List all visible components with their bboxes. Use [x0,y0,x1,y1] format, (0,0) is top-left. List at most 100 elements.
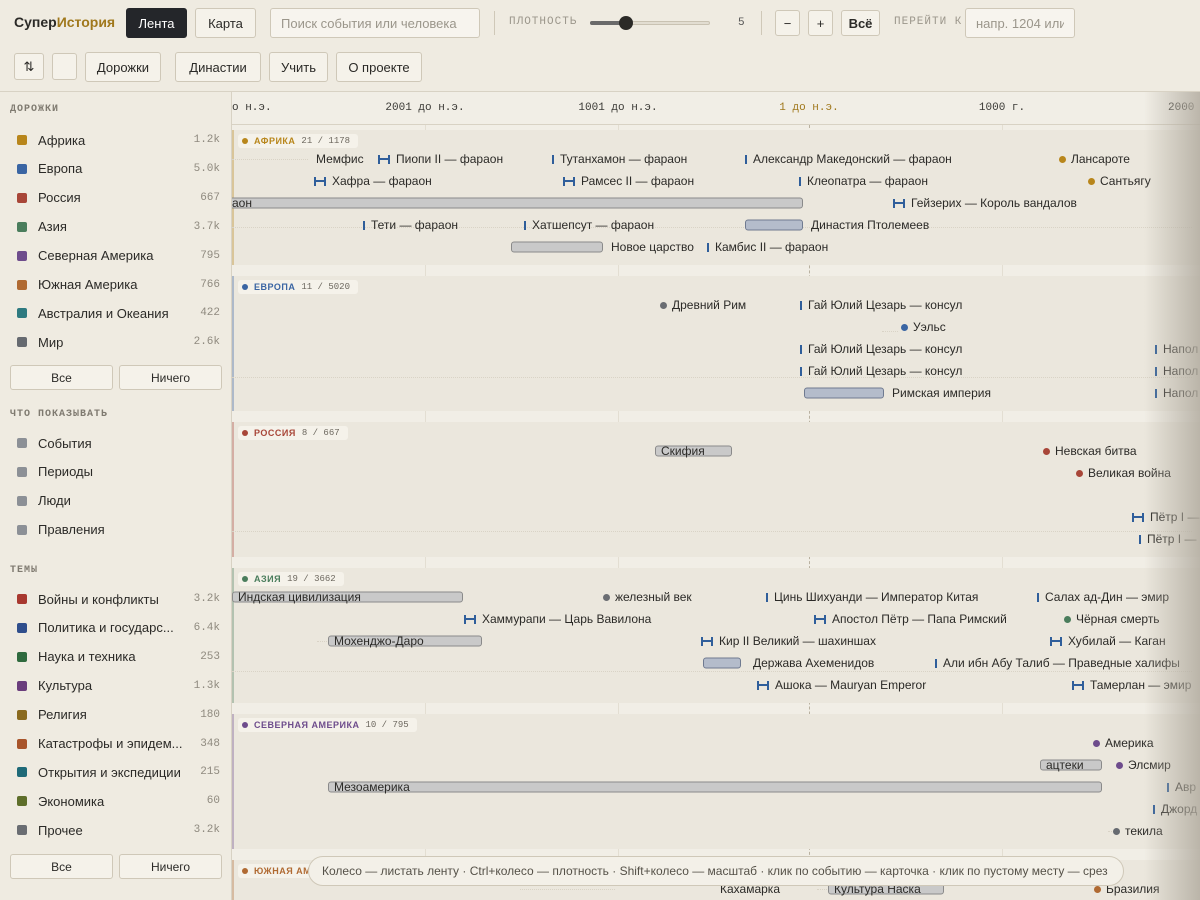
timeline-event[interactable]: Тети — фараон [363,218,458,232]
timeline-event[interactable]: Пётр I — [1132,510,1199,524]
timeline-event[interactable]: Авр [1167,780,1196,794]
timeline-event[interactable]: Гай Юлий Цезарь — консул [800,342,962,356]
timeline-event[interactable]: Хаммурапи — Царь Вавилона [464,612,651,626]
period-bar[interactable] [511,241,603,253]
track-item[interactable]: Северная Америка 795 [10,243,220,269]
theme-item[interactable]: Открытия и экспедиции 215 [10,759,220,785]
theme-item[interactable]: Войны и конфликты 3.2k [10,586,220,612]
track-item[interactable]: Россия 667 [10,185,220,211]
zoom-all-button[interactable]: Всё [841,10,880,36]
timeline-event[interactable]: Пиопи II — фараон [378,152,503,166]
period-bar[interactable] [703,657,741,669]
theme-item[interactable]: Наука и техника 253 [10,644,220,670]
timeline-event[interactable]: Хубилай — Каган [1050,634,1166,648]
about-button[interactable]: О проекте [336,52,422,82]
tab-map[interactable]: Карта [195,8,256,38]
period-label[interactable]: Мезоамерика [328,780,410,794]
lane-header[interactable]: СЕВЕРНАЯ АМЕРИКА 10 / 795 [238,718,417,732]
timeline-event[interactable]: Держава Ахеменидов [753,656,874,670]
timeline-event[interactable]: Элсмир [1116,758,1171,772]
density-slider-knob[interactable] [619,16,633,30]
theme-item[interactable]: Экономика 60 [10,788,220,814]
timeline-event[interactable]: Рамсес II — фараон [563,174,694,188]
show-type-item[interactable]: Правления [10,517,220,543]
timeline-event[interactable]: Напол [1155,386,1198,400]
theme-item[interactable]: Религия 180 [10,702,220,728]
timeline-event[interactable]: Мемфис [316,152,364,166]
show-type-item[interactable]: Люди [10,488,220,514]
period-label[interactable]: Скифия [655,444,705,458]
timeline-event[interactable]: Чёрная смерть [1064,612,1160,626]
track-item[interactable]: Мир 2.6k [10,329,220,355]
density-slider[interactable] [590,16,710,30]
period-label[interactable]: Индская цивилизация [232,590,361,604]
lane-header[interactable]: ЕВРОПА 11 / 5020 [238,280,358,294]
learn-button[interactable]: Учить [269,52,328,82]
timeline-event[interactable]: Александр Македонский — фараон [745,152,952,166]
timeline-event[interactable]: Апостол Пётр — Папа Римский [814,612,1007,626]
timeline-event[interactable]: Уэльс [901,320,946,334]
track-item[interactable]: Австралия и Океания 422 [10,300,220,326]
lane-header[interactable]: АФРИКА 21 / 1178 [238,134,359,148]
zoom-out-button[interactable]: − [775,10,800,36]
tracks-none-button[interactable]: Ничего [119,365,222,390]
period-bar[interactable] [745,219,803,231]
timeline-event[interactable]: Ашока — Mauryan Emperor [757,678,926,692]
track-item[interactable]: Европа 5.0k [10,156,220,182]
timeline-event[interactable]: Хатшепсут — фараон [524,218,654,232]
theme-item[interactable]: Культура 1.3k [10,673,220,699]
theme-item[interactable]: Прочее 3.2k [10,817,220,843]
timeline-event[interactable]: Напол [1155,364,1198,378]
period-label[interactable]: аон [232,196,252,210]
sort-button[interactable]: ⇅ [14,53,44,80]
track-item[interactable]: Азия 3.7k [10,214,220,240]
timeline-event[interactable]: Америка [1093,736,1154,750]
timeline-event[interactable]: Пётр I — [1139,532,1196,546]
timeline-event[interactable]: Сантьягу [1088,174,1151,188]
themes-all-button[interactable]: Все [10,854,113,879]
tracks-button[interactable]: Дорожки [85,52,161,82]
timeline-event[interactable]: Гай Юлий Цезарь — консул [800,298,962,312]
track-lane[interactable]: РОССИЯ 8 / 667 [232,422,1200,557]
period-bar[interactable] [804,387,884,399]
timeline-event[interactable]: Древний Рим [660,298,746,312]
track-lane[interactable]: ЕВРОПА 11 / 5020 [232,276,1200,411]
timeline-event[interactable]: Салах ад-Дин — эмир [1037,590,1169,604]
timeline-event[interactable]: Камбис II — фараон [707,240,828,254]
theme-item[interactable]: Катастрофы и эпидем... 348 [10,731,220,757]
timeline-event[interactable]: Напол [1155,342,1198,356]
timeline-event[interactable]: Римская империя [892,386,991,400]
timeline-event[interactable]: Великая война [1076,466,1171,480]
timeline-canvas[interactable]: АФРИКА 21 / 1178 ЕВРОПА 11 / 5020 РОССИЯ 8 / … [232,92,1200,900]
blank-toggle-button[interactable] [52,53,77,80]
zoom-in-button[interactable]: + [808,10,833,36]
period-bar[interactable] [232,197,803,209]
timeline-event[interactable]: Лансароте [1059,152,1130,166]
dynasties-button[interactable]: Династии [175,52,261,82]
period-bar[interactable] [328,781,1102,793]
timeline-event[interactable]: Невская битва [1043,444,1137,458]
timeline-event[interactable]: железный век [603,590,692,604]
timeline-event[interactable]: Гай Юлий Цезарь — консул [800,364,962,378]
timeline-event[interactable]: Династия Птолемеев [811,218,929,232]
timeline-event[interactable]: текила [1113,824,1163,838]
timeline-event[interactable]: Кир II Великий — шахиншах [701,634,876,648]
tab-feed[interactable]: Лента [126,8,187,38]
goto-input[interactable] [965,8,1075,38]
track-item[interactable]: Южная Америка 766 [10,272,220,298]
period-label[interactable]: ацтеки [1040,758,1084,772]
track-item[interactable]: Африка 1.2k [10,127,220,153]
show-type-item[interactable]: Периоды [10,459,220,485]
timeline-event[interactable]: Джорд [1153,802,1197,816]
lane-header[interactable]: РОССИЯ 8 / 667 [238,426,348,440]
timeline-event[interactable]: Клеопатра — фараон [799,174,928,188]
search-input[interactable] [270,8,480,38]
timeline-event[interactable]: Тамерлан — эмир [1072,678,1191,692]
time-axis[interactable]: о н.э. 2001 до н.э. 1001 до н.э. 1 до н.э. 1… [232,92,1200,125]
app-logo[interactable]: СуперИстория [14,14,115,30]
period-label[interactable]: Новое царство [611,240,694,254]
timeline-event[interactable]: Али ибн Абу Талиб — Праведные халифы [935,656,1180,670]
timeline-event[interactable]: Гейзерих — Король вандалов [893,196,1077,210]
timeline-event[interactable]: Хафра — фараон [314,174,432,188]
timeline-event[interactable]: Тутанхамон — фараон [552,152,687,166]
